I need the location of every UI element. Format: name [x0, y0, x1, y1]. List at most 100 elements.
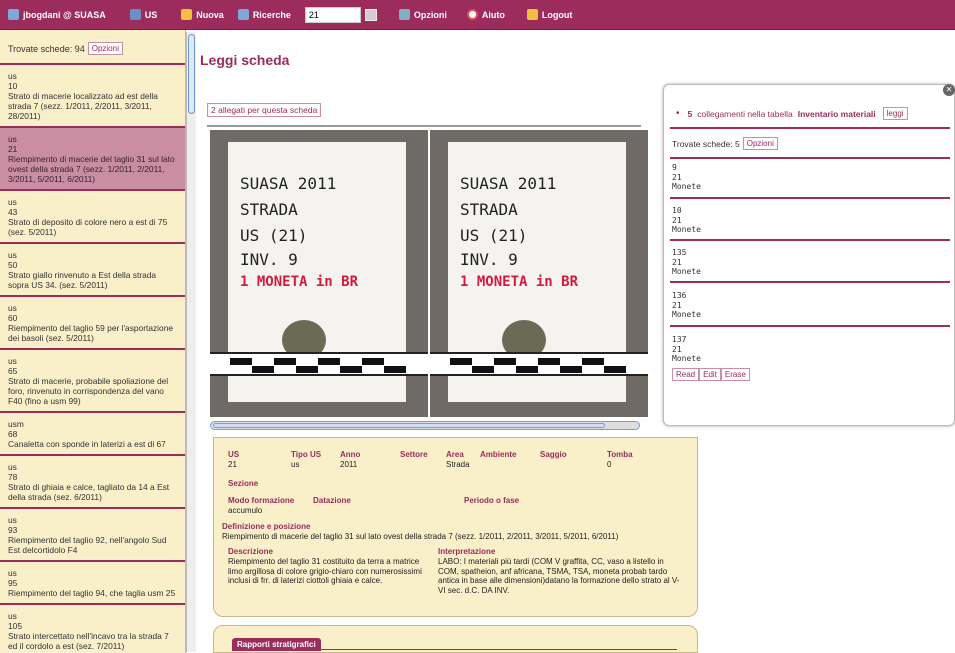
sidebar-scroll-thumb[interactable] [188, 34, 195, 114]
list-item-type: us [8, 303, 17, 313]
options-icon [398, 9, 410, 20]
list-item-num: 93 [8, 525, 18, 535]
label-anno: Anno [340, 450, 361, 459]
value-descrizione: Riempimento del taglio 31 costituito da … [228, 557, 422, 585]
list-item[interactable]: us 78 Strato di ghiaia e calce, tagliato d… [0, 456, 185, 509]
value-anno: 2011 [340, 460, 358, 469]
linked-record-item[interactable]: 10 21 Monete [672, 206, 701, 235]
photo-text-line-4: INV. 9 [460, 250, 518, 269]
label-ambiente: Ambiente [480, 450, 517, 459]
list-item-type: us [8, 134, 17, 144]
list-item-desc: Riempimento del taglio 59 per l'asportaz… [8, 323, 174, 343]
list-item-type: us [8, 515, 17, 525]
results-count: Trovate schede: 94 [8, 43, 85, 54]
photo-text-line-1: SUASA 2011 [460, 174, 557, 193]
nuova-button[interactable]: Nuova [181, 9, 224, 20]
record-id: 135 [672, 248, 687, 257]
gallery-scroll-thumb[interactable] [213, 423, 605, 428]
list-item-num: 10 [8, 81, 18, 91]
list-item-type: us [8, 197, 17, 207]
linked-record-item[interactable]: 136 21 Monete [672, 291, 701, 320]
sidebar-options-button[interactable]: Opzioni [87, 42, 123, 55]
us-label: US [144, 9, 158, 20]
list-item-selected[interactable]: us 21 Riempimento di macerie del taglio 31… [0, 128, 185, 191]
aiuto-button[interactable]: Aiuto [466, 9, 505, 20]
label-definizione: Definizione e posizione [222, 522, 311, 531]
linked-record-item-selected[interactable]: 137 21 Monete [672, 335, 701, 364]
photo-text-line-3: US (21) [240, 226, 308, 245]
list-item[interactable]: us 43 Strato di deposito di colore nero a … [0, 191, 185, 244]
linked-options-button[interactable]: Opzioni [742, 137, 778, 150]
search-input[interactable] [304, 6, 361, 23]
photo-text-line-3: US (21) [460, 226, 528, 245]
list-item[interactable]: us 105 Strato intercettato nell'incavo tra… [0, 605, 185, 653]
list-item[interactable]: us 93 Riempimento del taglio 92, nell'ango… [0, 509, 185, 562]
record-name: Monete [672, 310, 701, 319]
linked-record-item[interactable]: 135 21 Monete [672, 248, 701, 277]
list-item-desc: Strato di ghiaia e calce, tagliato da 14… [8, 482, 170, 502]
list-item-num: 50 [8, 260, 18, 270]
record-us: 21 [672, 257, 682, 267]
edit-record-button[interactable]: Edit [699, 368, 721, 381]
user-menu[interactable]: jbogdani @ SUASA [8, 9, 106, 20]
record-us: 21 [672, 300, 682, 310]
linked-record-item[interactable]: 9 21 Monete [672, 163, 701, 192]
label-descrizione: Descrizione [228, 547, 273, 556]
list-item-desc: Strato di macerie localizzato ad est del… [8, 91, 158, 121]
list-item-desc: Strato giallo rinvenuto a Est della stra… [8, 270, 157, 290]
search-list-icon [237, 9, 249, 20]
list-item-type: us [8, 611, 17, 621]
search-go-button[interactable] [364, 8, 377, 21]
links-count: 5 [687, 108, 693, 119]
read-record-button[interactable]: Read [672, 368, 700, 381]
list-item[interactable]: us 50 Strato giallo rinvenuto a Est della … [0, 244, 185, 297]
user-icon [8, 9, 19, 20]
ricerche-button[interactable]: Ricerche [237, 9, 291, 20]
list-item[interactable]: us 95 Riempimento del taglio 94, che tagli… [0, 562, 185, 605]
label-periodo: Periodo o fase [464, 496, 520, 505]
value-modo-formazione: accumulo [228, 506, 263, 515]
attachment-photo-2[interactable]: SUASA 2011 STRADA US (21) INV. 9 1 MONET… [430, 130, 648, 417]
list-item[interactable]: us 65 Strato di macerie, probabile spoliaz… [0, 350, 185, 413]
record-id: 137 [672, 335, 687, 344]
close-panel-button[interactable]: ✕ [943, 84, 955, 96]
divider [670, 127, 950, 129]
label-area: Area [446, 450, 464, 459]
attachment-photo-1[interactable]: SUASA 2011 STRADA US (21) INV. 9 1 MONET… [210, 130, 428, 417]
links-summary: • 5 collegamenti nella tabella Inventari… [676, 107, 908, 120]
rapporti-section: Rapporti stratigrafici [213, 625, 698, 653]
record-us: 21 [672, 344, 682, 354]
logout-button[interactable]: Logout [526, 9, 572, 20]
record-actions: Read Edit Erase [672, 368, 750, 381]
label-settore: Settore [400, 450, 428, 459]
record-us: 21 [672, 215, 682, 225]
help-icon [466, 9, 478, 20]
sidebar-scrollbar[interactable] [186, 32, 196, 652]
record-us: 21 [672, 172, 682, 182]
list-item[interactable]: us 60 Riempimento del taglio 59 per l'aspo… [0, 297, 185, 350]
opzioni-label: Opzioni [413, 9, 447, 20]
label-tomba: Tomba [607, 450, 633, 459]
list-item-type: usm [8, 419, 24, 429]
photo-text-line-1: SUASA 2011 [240, 174, 337, 193]
gallery-scrollbar[interactable] [210, 421, 640, 430]
attachments-button[interactable]: 2 allegati per questa scheda [207, 103, 322, 117]
list-item[interactable]: us 10 Strato di macerie localizzato ad est… [0, 65, 185, 128]
list-item-num: 105 [8, 621, 22, 631]
divider [670, 281, 950, 283]
record-id: 136 [672, 291, 687, 300]
opzioni-button[interactable]: Opzioni [398, 9, 447, 20]
us-menu[interactable]: US [129, 9, 158, 20]
list-item-num: 78 [8, 472, 18, 482]
list-item-desc: Strato intercettato nell'incavo tra la s… [8, 631, 169, 651]
record-id: 10 [672, 206, 682, 215]
divider [207, 125, 641, 127]
read-links-button[interactable]: leggi [882, 107, 908, 120]
erase-record-button[interactable]: Erase [720, 368, 750, 381]
list-item[interactable]: usm 68 Canaletta con sponde in laterizi a … [0, 413, 185, 456]
nuova-label: Nuova [196, 9, 224, 20]
ricerche-label: Ricerche [252, 9, 291, 20]
label-sezione: Sezione [228, 479, 259, 488]
links-table-name: Inventario materiali [797, 108, 876, 119]
list-item-num: 68 [8, 429, 18, 439]
